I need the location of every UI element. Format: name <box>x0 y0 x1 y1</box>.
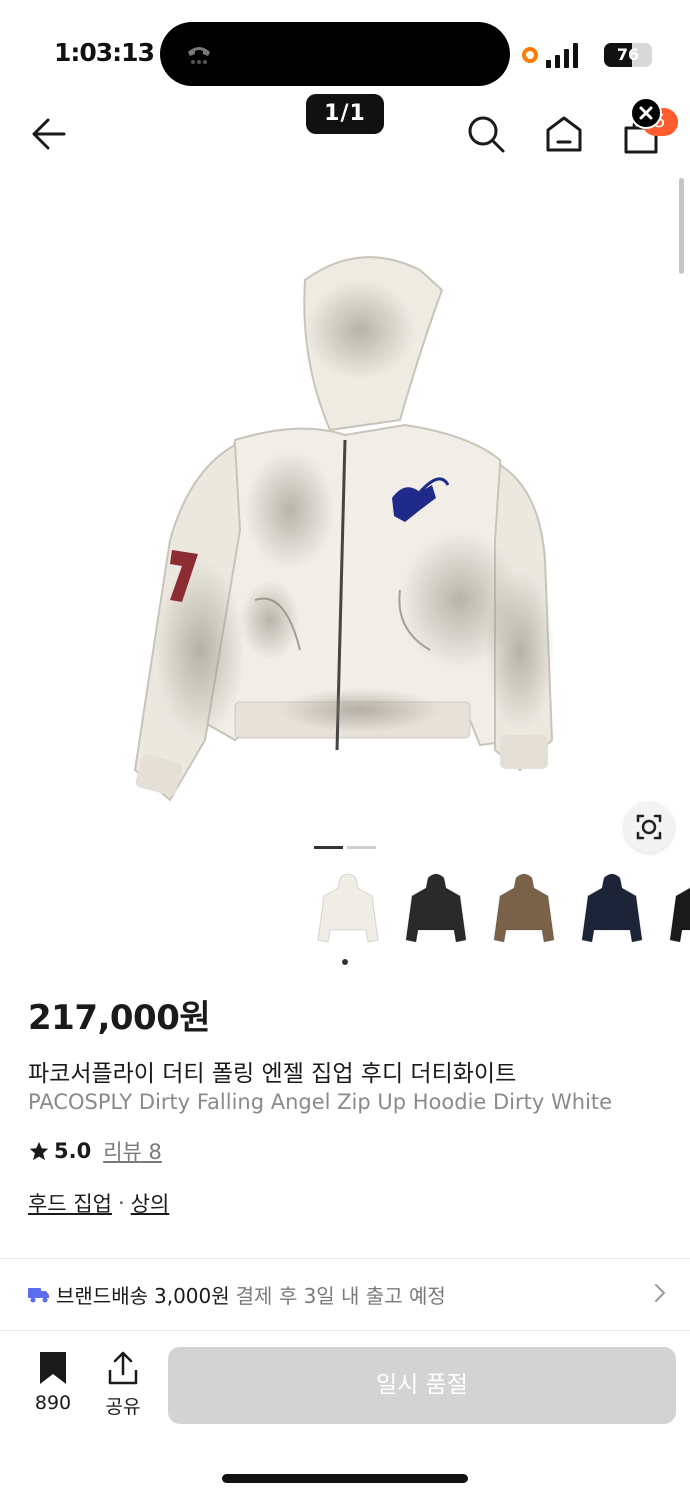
sold-out-button[interactable]: 일시 품절 <box>168 1347 676 1424</box>
hoodie-thumbnail-image <box>493 873 555 943</box>
product-image <box>133 256 555 802</box>
category-link-tops[interactable]: 상의 <box>131 1188 170 1218</box>
color-thumbnails <box>310 868 690 968</box>
review-link[interactable]: 리뷰 8 <box>103 1136 162 1166</box>
visual-search-button[interactable] <box>624 802 674 852</box>
share-label: 공유 <box>105 1396 141 1418</box>
home-icon[interactable] <box>542 112 586 156</box>
category-breadcrumb: 후드 집업 · 상의 <box>28 1188 169 1218</box>
rating-score: 5.0 <box>54 1139 92 1163</box>
shipping-info-row[interactable]: 브랜드배송 3,000원 결제 후 3일 내 출고 예정 <box>28 1276 668 1312</box>
gallery-page-indicator <box>314 846 376 850</box>
category-separator: · <box>117 1191 125 1215</box>
battery-icon: 76 <box>604 43 652 67</box>
thumbnail-3[interactable] <box>486 868 562 954</box>
indicator-inactive <box>347 846 376 849</box>
search-icon[interactable] <box>464 112 508 156</box>
recording-indicator-icon <box>522 47 538 63</box>
category-link-hood-zipup[interactable]: 후드 집업 <box>28 1188 112 1218</box>
product-title-korean: 파코서플라이 더티 폴링 엔젤 집업 후디 더티화이트 <box>28 1061 517 1087</box>
hoodie-thumbnail-image <box>581 873 643 943</box>
close-overlay-button[interactable] <box>630 97 662 129</box>
thumbnail-2[interactable] <box>398 868 474 954</box>
screenshot-page-indicator: 1/1 <box>306 94 384 134</box>
truck-icon <box>28 1288 49 1303</box>
hoodie-thumbnail-image <box>405 873 467 943</box>
thumbnail-1[interactable] <box>310 868 386 954</box>
share-button[interactable]: 공유 <box>98 1350 148 1419</box>
rating-row: 5.0 리뷰 8 <box>28 1136 162 1166</box>
scrollbar[interactable] <box>679 178 684 274</box>
thumbnail-4[interactable] <box>574 868 650 954</box>
bottom-action-bar: 890 공유 일시 품절 <box>0 1332 690 1442</box>
back-arrow-icon[interactable] <box>26 112 70 156</box>
product-title-english: PACOSPLY Dirty Falling Angel Zip Up Hood… <box>28 1090 613 1114</box>
star-icon <box>29 1141 49 1161</box>
bookmark-icon <box>40 1352 66 1384</box>
divider <box>0 1258 690 1259</box>
lens-search-icon <box>636 814 662 840</box>
battery-level: 76 <box>616 45 640 64</box>
share-icon <box>108 1351 138 1385</box>
bookmark-count: 890 <box>34 1392 72 1414</box>
status-icons: 76 <box>522 40 652 70</box>
home-indicator[interactable] <box>222 1474 468 1483</box>
bookmark-button[interactable]: 890 <box>28 1350 78 1414</box>
thumbnail-5[interactable] <box>662 868 690 954</box>
selected-thumbnail-dot <box>342 959 348 965</box>
shipping-eta: 결제 후 3일 내 출고 예정 <box>235 1283 446 1308</box>
close-icon <box>639 106 653 120</box>
indicator-active <box>314 846 343 849</box>
status-bar: 1:03:13 76 <box>0 0 690 100</box>
hoodie-thumbnail-image <box>669 885 690 943</box>
shipping-fee: 3,000원 <box>154 1283 230 1308</box>
product-image-gallery[interactable] <box>0 180 690 840</box>
product-price: 217,000원 <box>28 998 211 1038</box>
signal-icon <box>546 43 578 68</box>
chevron-right-icon <box>655 1284 666 1302</box>
status-time: 1:03:13 <box>54 38 155 67</box>
shipping-type: 브랜드배송 <box>56 1283 148 1308</box>
divider <box>0 1330 690 1331</box>
phone-call-icon <box>188 47 210 64</box>
hoodie-thumbnail-image <box>317 873 379 943</box>
dynamic-island[interactable] <box>160 22 510 86</box>
